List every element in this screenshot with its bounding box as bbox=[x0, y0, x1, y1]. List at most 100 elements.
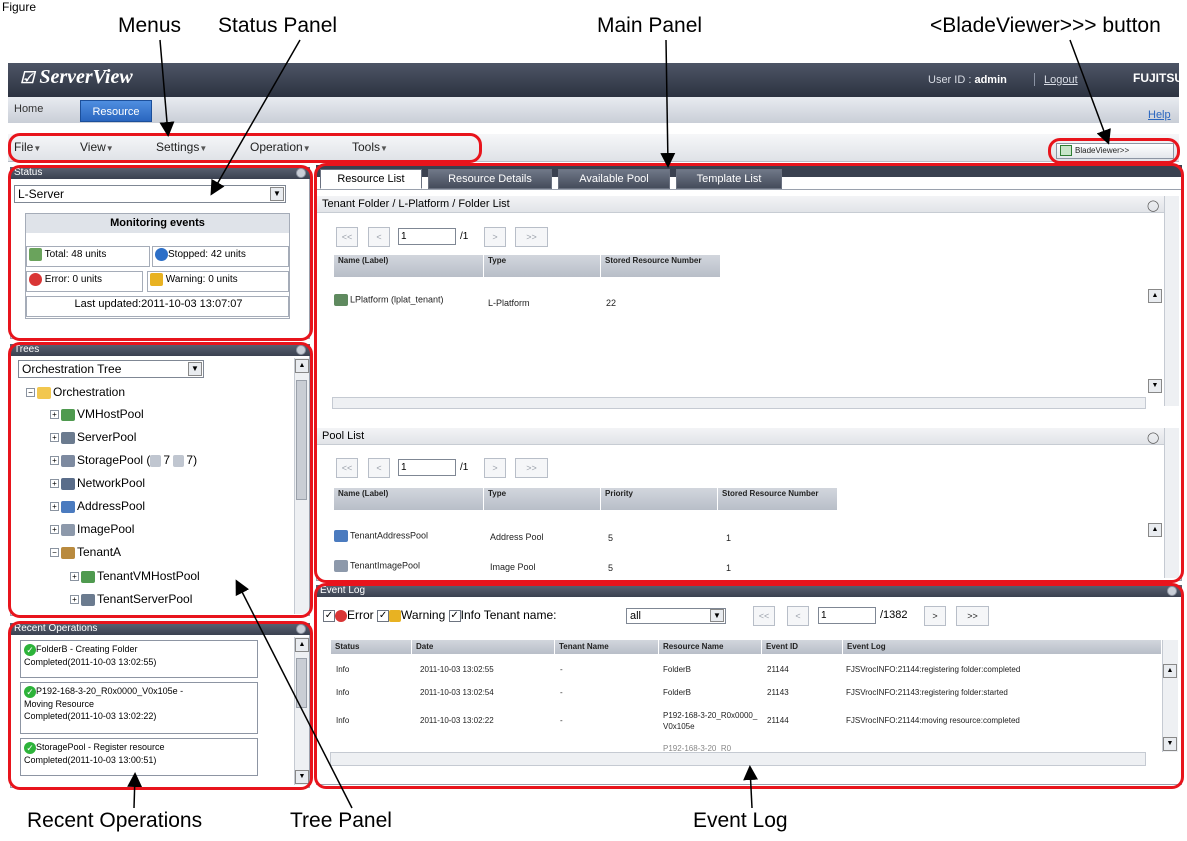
pager-next-button[interactable]: > bbox=[484, 458, 506, 478]
col-date[interactable]: Date bbox=[412, 640, 554, 654]
callout-bladeviewer-button: <BladeViewer>>> button bbox=[930, 14, 1161, 37]
col-event-id[interactable]: Event ID bbox=[762, 640, 842, 654]
scroll-up-icon[interactable]: ▲ bbox=[1148, 523, 1162, 537]
resource-list-panel bbox=[316, 189, 1182, 581]
tree-node-orchestration[interactable]: − Orchestration bbox=[26, 385, 125, 399]
col-stored-resource-number[interactable]: Stored Resource Number bbox=[601, 255, 721, 277]
collapse-icon[interactable] bbox=[296, 345, 306, 355]
bladeviewer-button[interactable]: BladeViewer>> bbox=[1056, 143, 1174, 159]
scroll-down-icon[interactable]: ▼ bbox=[1148, 379, 1162, 393]
tree-select[interactable]: Orchestration Tree bbox=[18, 360, 204, 378]
tenant-scrollbar[interactable] bbox=[1164, 196, 1179, 406]
pager-first-button[interactable]: << bbox=[336, 458, 358, 478]
expand-node-icon[interactable]: + bbox=[50, 525, 59, 535]
collapse-node-icon[interactable]: − bbox=[50, 548, 59, 558]
pager-page-input[interactable]: 1 bbox=[398, 228, 456, 245]
collapse-icon[interactable] bbox=[1167, 586, 1177, 596]
col-stored-resource-number[interactable]: Stored Resource Number bbox=[718, 488, 838, 510]
pager-prev-button[interactable]: < bbox=[787, 606, 809, 626]
col-status[interactable]: Status bbox=[331, 640, 411, 654]
pager-prev-button[interactable]: < bbox=[368, 227, 390, 247]
event-date: 2011-10-03 13:02:54 bbox=[420, 688, 494, 697]
tab-resource-list[interactable]: Resource List bbox=[320, 169, 422, 189]
scroll-down-icon[interactable]: ▼ bbox=[1163, 737, 1177, 751]
scroll-down-icon[interactable]: ▼ bbox=[295, 770, 309, 784]
tree-node-tenanta[interactable]: − TenantA bbox=[50, 545, 121, 559]
table-row[interactable]: TenantImagePool bbox=[334, 560, 420, 572]
expand-node-icon[interactable]: + bbox=[50, 410, 59, 420]
recent-operation-item[interactable]: ✓ StoragePool - Register resource Complete… bbox=[20, 738, 258, 776]
menu-operation[interactable]: Operation▼ bbox=[250, 140, 311, 154]
pager-prev-button[interactable]: < bbox=[368, 458, 390, 478]
pager-first-button[interactable]: << bbox=[753, 606, 775, 626]
scroll-up-icon[interactable]: ▲ bbox=[295, 638, 309, 652]
scroll-up-icon[interactable]: ▲ bbox=[1148, 289, 1162, 303]
warning-filter-checkbox[interactable]: ✓ bbox=[377, 609, 390, 622]
col-resource-name[interactable]: Resource Name bbox=[659, 640, 761, 654]
scroll-up-icon[interactable]: ▲ bbox=[1163, 664, 1177, 678]
tree-node-tenantvmhostpool[interactable]: + TenantVMHostPool bbox=[70, 569, 200, 583]
recent-operation-item[interactable]: ✓ P192-168-3-20_R0x0000_V0x105e - Moving R… bbox=[20, 682, 258, 734]
tab-resource[interactable]: Resource bbox=[80, 100, 152, 122]
pager-last-button[interactable]: >> bbox=[515, 458, 548, 478]
pager-first-button[interactable]: << bbox=[336, 227, 358, 247]
pager-last-button[interactable]: >> bbox=[515, 227, 548, 247]
dropdown-arrow-icon[interactable]: ▼ bbox=[710, 609, 724, 622]
menu-file[interactable]: File▼ bbox=[14, 140, 41, 154]
pool-scrollbar[interactable] bbox=[1164, 428, 1179, 578]
col-name-label[interactable]: Name (Label) bbox=[334, 488, 484, 510]
expand-node-icon[interactable]: + bbox=[70, 595, 79, 605]
event-hscrollbar[interactable] bbox=[330, 752, 1146, 766]
pager-next-button[interactable]: > bbox=[484, 227, 506, 247]
pager-page-input[interactable]: 1 bbox=[818, 607, 876, 624]
expand-node-icon[interactable]: + bbox=[50, 502, 59, 512]
collapse-icon[interactable] bbox=[296, 624, 306, 634]
tab-home[interactable]: Home bbox=[14, 103, 43, 115]
col-event-log[interactable]: Event Log bbox=[843, 640, 1161, 654]
table-row[interactable]: TenantAddressPool bbox=[334, 530, 428, 542]
tab-template-list[interactable]: Template List bbox=[676, 169, 782, 189]
col-type[interactable]: Type bbox=[484, 255, 601, 277]
col-type[interactable]: Type bbox=[484, 488, 601, 510]
tree-node-storagepool[interactable]: + StoragePool (7 7) bbox=[50, 453, 197, 467]
recent-operation-item[interactable]: ✓ FolderB - Creating Folder Completed(2011… bbox=[20, 640, 258, 678]
refresh-icon[interactable]: ◯ bbox=[1147, 199, 1159, 212]
tree-node-tenantserverpool[interactable]: + TenantServerPool bbox=[70, 592, 192, 606]
collapse-icon[interactable] bbox=[296, 168, 306, 178]
tree-node-serverpool[interactable]: + ServerPool bbox=[50, 430, 136, 444]
dropdown-arrow-icon[interactable]: ▼ bbox=[188, 362, 202, 376]
collapse-node-icon[interactable]: − bbox=[26, 388, 35, 398]
pager-next-button[interactable]: > bbox=[924, 606, 946, 626]
pager-last-button[interactable]: >> bbox=[956, 606, 989, 626]
expand-node-icon[interactable]: + bbox=[50, 456, 59, 466]
tab-resource-details[interactable]: Resource Details bbox=[428, 169, 552, 189]
logout-link[interactable]: Logout bbox=[1044, 74, 1078, 86]
recent-scroll-thumb[interactable] bbox=[296, 658, 307, 708]
col-name-label[interactable]: Name (Label) bbox=[334, 255, 484, 277]
tree-node-imagepool[interactable]: + ImagePool bbox=[50, 522, 134, 536]
tenant-hscrollbar[interactable] bbox=[332, 397, 1146, 409]
menu-tools[interactable]: Tools▼ bbox=[352, 140, 388, 154]
col-priority[interactable]: Priority bbox=[601, 488, 718, 510]
error-filter-checkbox[interactable]: ✓ bbox=[323, 609, 335, 622]
col-tenant-name[interactable]: Tenant Name bbox=[555, 640, 658, 654]
menu-view[interactable]: View▼ bbox=[80, 140, 114, 154]
status-select[interactable]: L-Server bbox=[14, 185, 286, 203]
tab-available-pool[interactable]: Available Pool bbox=[558, 169, 670, 189]
dropdown-arrow-icon[interactable]: ▼ bbox=[270, 187, 284, 201]
expand-node-icon[interactable]: + bbox=[70, 572, 79, 582]
tree-scroll-thumb[interactable] bbox=[296, 380, 307, 500]
tree-node-vmhostpool[interactable]: + VMHostPool bbox=[50, 407, 144, 421]
pager-page-input[interactable]: 1 bbox=[398, 459, 456, 476]
table-row[interactable]: LPlatform (lplat_tenant) bbox=[334, 294, 444, 306]
menu-settings[interactable]: Settings▼ bbox=[156, 140, 207, 154]
tree-node-networkpool[interactable]: + NetworkPool bbox=[50, 476, 145, 490]
expand-node-icon[interactable]: + bbox=[50, 479, 59, 489]
help-link[interactable]: Help bbox=[1148, 109, 1171, 121]
expand-node-icon[interactable]: + bbox=[50, 433, 59, 443]
info-filter-checkbox[interactable]: ✓ bbox=[448, 609, 461, 622]
event-scrollbar[interactable] bbox=[1162, 640, 1178, 752]
tree-node-addresspool[interactable]: + AddressPool bbox=[50, 499, 145, 513]
scroll-up-icon[interactable]: ▲ bbox=[295, 359, 309, 373]
refresh-icon[interactable]: ◯ bbox=[1147, 431, 1159, 444]
